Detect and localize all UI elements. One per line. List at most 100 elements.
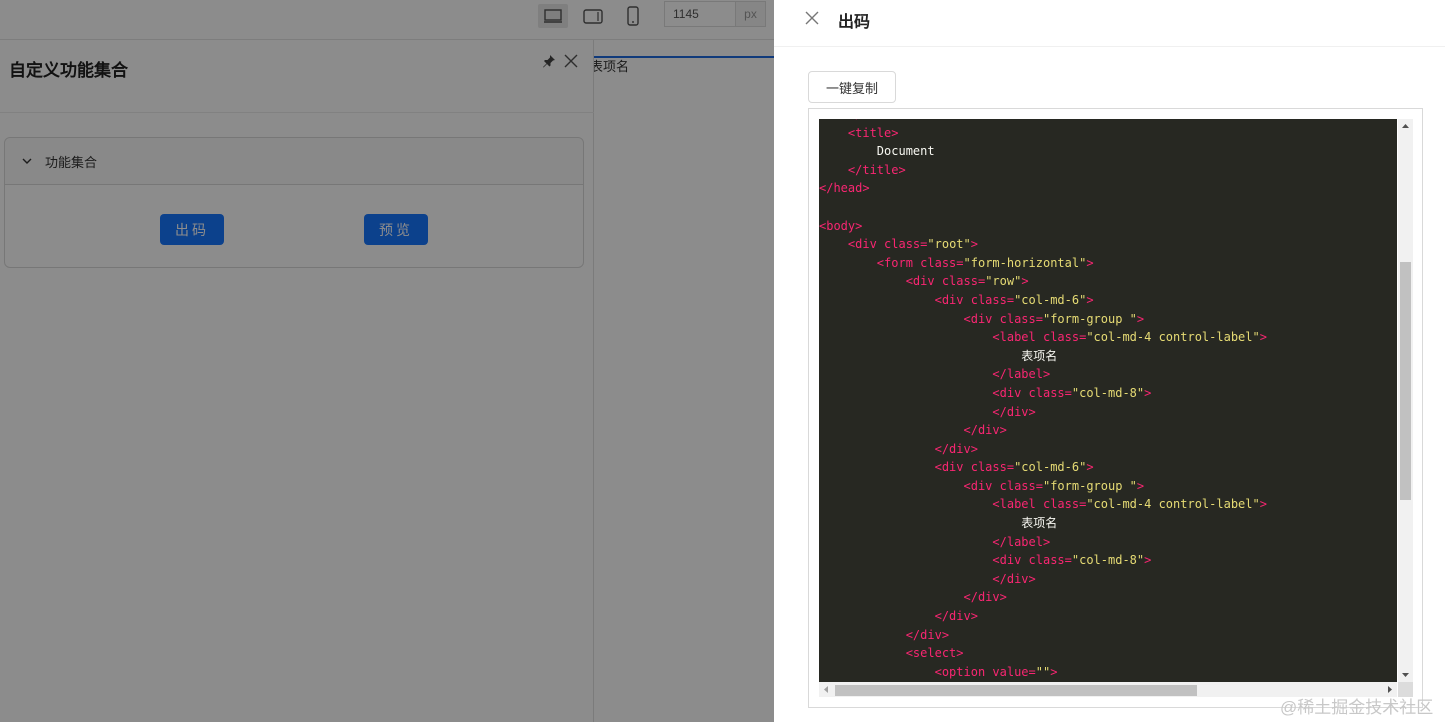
code-token: class= <box>970 460 1015 475</box>
code-token: 表项名 <box>819 348 1058 363</box>
code-token: class= <box>1042 330 1087 345</box>
code-line: </div> <box>819 570 1267 589</box>
code-line: </label> <box>819 365 1267 384</box>
close-icon[interactable] <box>804 10 820 26</box>
code-token: "col-md-8" <box>1071 553 1145 568</box>
code-line: </div> <box>819 607 1267 626</box>
code-token: <option <box>819 664 993 679</box>
code-line: <div class="row"> <box>819 272 1267 291</box>
code-token: <div <box>819 292 971 307</box>
code-line: <body> <box>819 217 1267 236</box>
code-line: </title> <box>819 161 1267 180</box>
code-token: > <box>1259 497 1267 512</box>
code-token: class= <box>1042 497 1087 512</box>
code-token: class= <box>941 274 986 289</box>
code-line: <form class="form-horizontal"> <box>819 254 1267 273</box>
code-token: </div> <box>819 627 950 642</box>
copy-all-button[interactable]: 一键复制 <box>808 71 896 103</box>
code-token: </div> <box>819 609 978 624</box>
code-token: "" <box>1035 664 1051 679</box>
code-token: </div> <box>819 441 978 456</box>
code-token: <div <box>819 553 1029 568</box>
code-token: class= <box>1028 385 1072 400</box>
scroll-down-icon[interactable] <box>1398 667 1413 682</box>
code-editor: </ <title> Document </title> </head> <bod… <box>808 108 1423 708</box>
code-viewport[interactable]: </ <title> Document </title> </head> <bod… <box>819 119 1397 682</box>
code-line: <label class="col-md-4 control-label"> <box>819 328 1267 347</box>
code-line: </div> <box>819 421 1267 440</box>
code-token: class= <box>999 311 1043 326</box>
code-token: "form-group " <box>1042 311 1137 326</box>
code-token: > <box>1136 311 1145 326</box>
watermark: @稀土掘金技术社区 <box>1280 698 1434 717</box>
code-line: <select> <box>819 644 1267 663</box>
code-line: <div class="col-md-6"> <box>819 291 1267 310</box>
code-line: </div> <box>819 626 1267 645</box>
code-token: <label <box>819 330 1043 345</box>
code-token: </div> <box>819 423 1007 438</box>
code-token: "col-md-4 control-label" <box>1086 330 1260 345</box>
code-line: </div> <box>819 403 1267 422</box>
code-token: > <box>1136 478 1145 493</box>
code-token: > <box>1021 274 1029 289</box>
code-token: class= <box>999 478 1043 493</box>
code-line: <option value=""> <box>819 663 1267 682</box>
code-line: </div> <box>819 588 1267 607</box>
code-token: > <box>1050 664 1058 679</box>
code-token: </div> <box>819 590 1007 605</box>
code-token: <select> <box>819 646 964 661</box>
code-token: <div <box>819 311 1000 326</box>
code-token: "form-horizontal" <box>963 255 1087 270</box>
horizontal-scroll-thumb[interactable] <box>835 685 1197 696</box>
code-token: > <box>1086 292 1094 307</box>
code-lines: </ <title> Document </title> </head> <bod… <box>819 119 1267 681</box>
code-line: Document <box>819 142 1267 161</box>
code-line: <div class="col-md-6"> <box>819 458 1267 477</box>
code-token: <div <box>819 385 1029 400</box>
code-token: "col-md-4 control-label" <box>1086 497 1260 512</box>
code-token: <div <box>819 237 885 252</box>
code-token: "row" <box>985 274 1022 289</box>
code-token: class= <box>920 255 964 270</box>
code-line: </head> <box>819 179 1267 198</box>
code-line: <div class="root"> <box>819 235 1267 254</box>
code-line: <div class="form-group "> <box>819 477 1267 496</box>
code-token: 表项名 <box>819 516 1058 531</box>
code-token: > <box>1144 553 1152 568</box>
code-token: <title> <box>819 125 899 140</box>
code-token: "form-group " <box>1042 478 1137 493</box>
code-token: class= <box>884 237 928 252</box>
code-token: <label <box>819 497 1043 512</box>
code-line: <div class="col-md-8"> <box>819 384 1267 403</box>
code-line: <label class="col-md-4 control-label"> <box>819 495 1267 514</box>
code-token: <div <box>819 274 942 289</box>
code-token: <div <box>819 478 1000 493</box>
code-line: </div> <box>819 440 1267 459</box>
scroll-left-icon[interactable] <box>819 682 834 697</box>
code-token: </ <box>819 119 862 121</box>
code-drawer: 出码 一键复制 </ <title> Document </title> </he… <box>774 0 1445 722</box>
code-token: value= <box>992 664 1036 679</box>
code-line: <div class="col-md-8"> <box>819 551 1267 570</box>
code-token: > <box>1144 385 1152 400</box>
code-line: <div class="form-group "> <box>819 310 1267 329</box>
code-token: </label> <box>819 367 1051 382</box>
code-token: </div> <box>819 404 1036 419</box>
modal-mask[interactable] <box>0 0 774 722</box>
code-token: "col-md-8" <box>1071 385 1145 400</box>
code-line: </label> <box>819 533 1267 552</box>
scroll-up-icon[interactable] <box>1398 119 1413 134</box>
code-token: <form <box>819 255 921 270</box>
code-token: </head> <box>819 181 870 196</box>
code-token: > <box>1086 255 1094 270</box>
code-line: 表项名 <box>819 347 1267 366</box>
vertical-scroll-thumb[interactable] <box>1400 262 1411 500</box>
code-token: "col-md-6" <box>1014 292 1087 307</box>
code-token: </div> <box>819 571 1036 586</box>
code-token: <body> <box>819 218 863 233</box>
code-line: 表项名 <box>819 514 1267 533</box>
code-token: > <box>970 237 978 252</box>
code-token: class= <box>970 292 1015 307</box>
vertical-scrollbar[interactable] <box>1398 119 1413 682</box>
